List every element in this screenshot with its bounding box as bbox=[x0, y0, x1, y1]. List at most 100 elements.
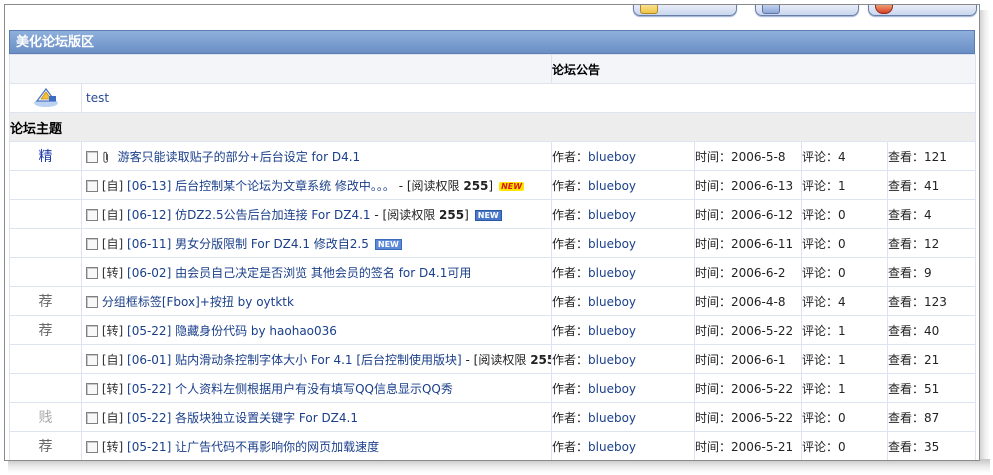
topic-prefix: [自] bbox=[101, 352, 128, 367]
topic-views: 查看：21 bbox=[886, 344, 977, 374]
topic-subject: [转] [05-22] 个人资料左侧根据用户有没有填写QQ信息显示QQ秀 bbox=[81, 373, 552, 403]
topic-checkbox[interactable] bbox=[86, 238, 98, 250]
topic-title-link[interactable]: 游客只能读取贴子的部分+后台设定 for D4.1 bbox=[118, 150, 361, 164]
author-link[interactable]: blueboy bbox=[588, 324, 636, 338]
topic-title-link[interactable]: [05-22] 个人资料左侧根据用户有没有填写QQ信息显示QQ秀 bbox=[127, 382, 453, 396]
topic-mark bbox=[9, 344, 82, 374]
topic-comments: 评论：0 bbox=[801, 431, 888, 460]
topic-row[interactable]: [自] [06-12] 仿DZ2.5公告后台加连接 For DZ4.1 - [阅… bbox=[9, 199, 977, 229]
new-badge-icon: NEW bbox=[474, 209, 502, 221]
window-shadow-bottom bbox=[8, 459, 990, 473]
topic-time: 时间：2006-5-22 bbox=[694, 402, 802, 432]
topic-mark: 贱 bbox=[9, 402, 82, 432]
topic-row[interactable]: [转] [06-02] 由会员自己决定是否浏览 其他会员的签名 for D4.1… bbox=[9, 257, 977, 287]
topic-row[interactable]: 荐 分组框标签[Fbox]+按扭 by oytktk 作者：blueboy 时间… bbox=[9, 286, 977, 316]
topic-time: 时间：2006-5-8 bbox=[694, 141, 802, 171]
topic-time: 时间：2006-5-22 bbox=[694, 315, 802, 345]
topic-row[interactable]: [自] [06-01] 贴内滑动条控制字体大小 For 4.1 [后台控制使用版… bbox=[9, 344, 977, 374]
author-link[interactable]: blueboy bbox=[588, 353, 636, 367]
topic-time: 时间：2006-6-13 bbox=[694, 170, 802, 200]
topic-author: 作者：blueboy bbox=[551, 373, 695, 403]
topic-row[interactable]: [自] [06-13] 后台控制某个论坛为文章系统 修改中。。。 - [阅读权限… bbox=[9, 170, 977, 200]
topic-checkbox[interactable] bbox=[86, 267, 98, 279]
topic-row[interactable]: 贱 [自] [05-22] 各版块独立设置关键字 For DZ4.1 作者：bl… bbox=[9, 402, 977, 432]
author-link[interactable]: blueboy bbox=[588, 295, 636, 309]
top-button-2[interactable] bbox=[755, 5, 859, 16]
topic-comments: 评论：0 bbox=[801, 199, 888, 229]
author-link[interactable]: blueboy bbox=[588, 208, 636, 222]
topic-views: 查看：4 bbox=[886, 199, 977, 229]
topic-views: 查看：9 bbox=[886, 257, 977, 287]
topic-author: 作者：blueboy bbox=[551, 315, 695, 345]
topic-permission: - [阅读权限 255] bbox=[461, 352, 551, 367]
topic-row[interactable]: [自] [06-11] 男女分版限制 For DZ4.1 修改自2.5 NEW 作… bbox=[9, 228, 977, 258]
topic-author: 作者：blueboy bbox=[551, 199, 695, 229]
topic-comments: 评论：0 bbox=[801, 228, 888, 258]
announcement-text[interactable]: test bbox=[80, 83, 977, 113]
topic-mark bbox=[9, 228, 82, 258]
topic-time: 时间：2006-6-11 bbox=[694, 228, 802, 258]
topic-subject: [自] [06-11] 男女分版限制 For DZ4.1 修改自2.5 NEW bbox=[81, 228, 552, 258]
top-button-1[interactable] bbox=[633, 5, 737, 16]
topic-prefix: [转] bbox=[101, 381, 128, 396]
topic-author: 作者：blueboy bbox=[551, 344, 695, 374]
topic-prefix: [自] bbox=[101, 236, 128, 251]
topic-title-link[interactable]: [05-22] 各版块独立设置关键字 For DZ4.1 bbox=[127, 411, 358, 425]
topic-mark bbox=[9, 199, 82, 229]
author-link[interactable]: blueboy bbox=[588, 150, 636, 164]
announcement-icon bbox=[33, 87, 58, 107]
author-link[interactable]: blueboy bbox=[588, 411, 636, 425]
topic-author: 作者：blueboy bbox=[551, 431, 695, 460]
author-link[interactable]: blueboy bbox=[588, 266, 636, 280]
author-link[interactable]: blueboy bbox=[588, 237, 636, 251]
topic-title-link[interactable]: [06-11] 男女分版限制 For DZ4.1 修改自2.5 bbox=[127, 237, 369, 251]
topic-list: 精 游客只能读取贴子的部分+后台设定 for D4.1 作者：blueboy 时… bbox=[9, 141, 977, 460]
topic-subject: [转] [05-22] 隐藏身份代码 by haohao036 bbox=[81, 315, 552, 345]
topic-author: 作者：blueboy bbox=[551, 141, 695, 171]
topic-row[interactable]: [转] [05-22] 个人资料左侧根据用户有没有填写QQ信息显示QQ秀 作者：… bbox=[9, 373, 977, 403]
topic-views: 查看：51 bbox=[886, 373, 977, 403]
topic-checkbox[interactable] bbox=[86, 296, 98, 308]
topic-title-link[interactable]: [05-22] 隐藏身份代码 by haohao036 bbox=[127, 324, 337, 338]
topic-comments: 评论：1 bbox=[801, 315, 888, 345]
topic-views: 查看：123 bbox=[886, 286, 977, 316]
topic-comments: 评论：1 bbox=[801, 170, 888, 200]
topic-checkbox[interactable] bbox=[86, 151, 98, 163]
topic-mark: 荐 bbox=[9, 431, 82, 460]
topic-title-link[interactable]: [06-02] 由会员自己决定是否浏览 其他会员的签名 for D4.1可用 bbox=[127, 266, 471, 280]
topic-checkbox[interactable] bbox=[86, 441, 98, 453]
topic-subject: [自] [06-13] 后台控制某个论坛为文章系统 修改中。。。 - [阅读权限… bbox=[81, 170, 552, 200]
topic-comments: 评论：0 bbox=[801, 402, 888, 432]
topic-author: 作者：blueboy bbox=[551, 402, 695, 432]
announcement-row[interactable]: test bbox=[9, 83, 977, 113]
author-link[interactable]: blueboy bbox=[588, 440, 636, 454]
topic-author: 作者：blueboy bbox=[551, 170, 695, 200]
topic-author: 作者：blueboy bbox=[551, 286, 695, 316]
announcement-header: 论坛公告 bbox=[550, 54, 977, 84]
topic-checkbox[interactable] bbox=[86, 354, 98, 366]
topic-time: 时间：2006-5-21 bbox=[694, 431, 802, 460]
topic-checkbox[interactable] bbox=[86, 209, 98, 221]
topic-mark bbox=[9, 170, 82, 200]
topic-title-link[interactable]: [06-13] 后台控制某个论坛为文章系统 修改中。。。 bbox=[127, 179, 395, 193]
top-button-3[interactable] bbox=[868, 5, 977, 16]
topic-checkbox[interactable] bbox=[86, 383, 98, 395]
topic-subject: 游客只能读取贴子的部分+后台设定 for D4.1 bbox=[81, 141, 552, 171]
author-link[interactable]: blueboy bbox=[588, 179, 636, 193]
topic-row[interactable]: 荐 [转] [05-21] 让广告代码不再影响你的网页加载速度 作者：blueb… bbox=[9, 431, 977, 460]
topic-checkbox[interactable] bbox=[86, 325, 98, 337]
attachment-icon bbox=[103, 151, 108, 163]
topic-checkbox[interactable] bbox=[86, 180, 98, 192]
shield-icon bbox=[875, 5, 893, 14]
topic-title-link[interactable]: [05-21] 让广告代码不再影响你的网页加载速度 bbox=[127, 440, 379, 454]
author-link[interactable]: blueboy bbox=[588, 382, 636, 396]
topic-title-link[interactable]: 分组框标签[Fbox]+按扭 by oytktk bbox=[102, 295, 294, 309]
topic-checkbox[interactable] bbox=[86, 412, 98, 424]
topic-comments: 评论：1 bbox=[801, 344, 888, 374]
topic-row[interactable]: 精 游客只能读取贴子的部分+后台设定 for D4.1 作者：blueboy 时… bbox=[9, 141, 977, 171]
topic-subject: [自] [05-22] 各版块独立设置关键字 For DZ4.1 bbox=[81, 402, 552, 432]
topic-title-link[interactable]: [06-01] 贴内滑动条控制字体大小 For 4.1 [后台控制使用版块] bbox=[127, 353, 462, 367]
topic-title-link[interactable]: [06-12] 仿DZ2.5公告后台加连接 For DZ4.1 bbox=[127, 208, 371, 222]
topic-row[interactable]: 荐 [转] [05-22] 隐藏身份代码 by haohao036 作者：blu… bbox=[9, 315, 977, 345]
topic-author: 作者：blueboy bbox=[551, 228, 695, 258]
